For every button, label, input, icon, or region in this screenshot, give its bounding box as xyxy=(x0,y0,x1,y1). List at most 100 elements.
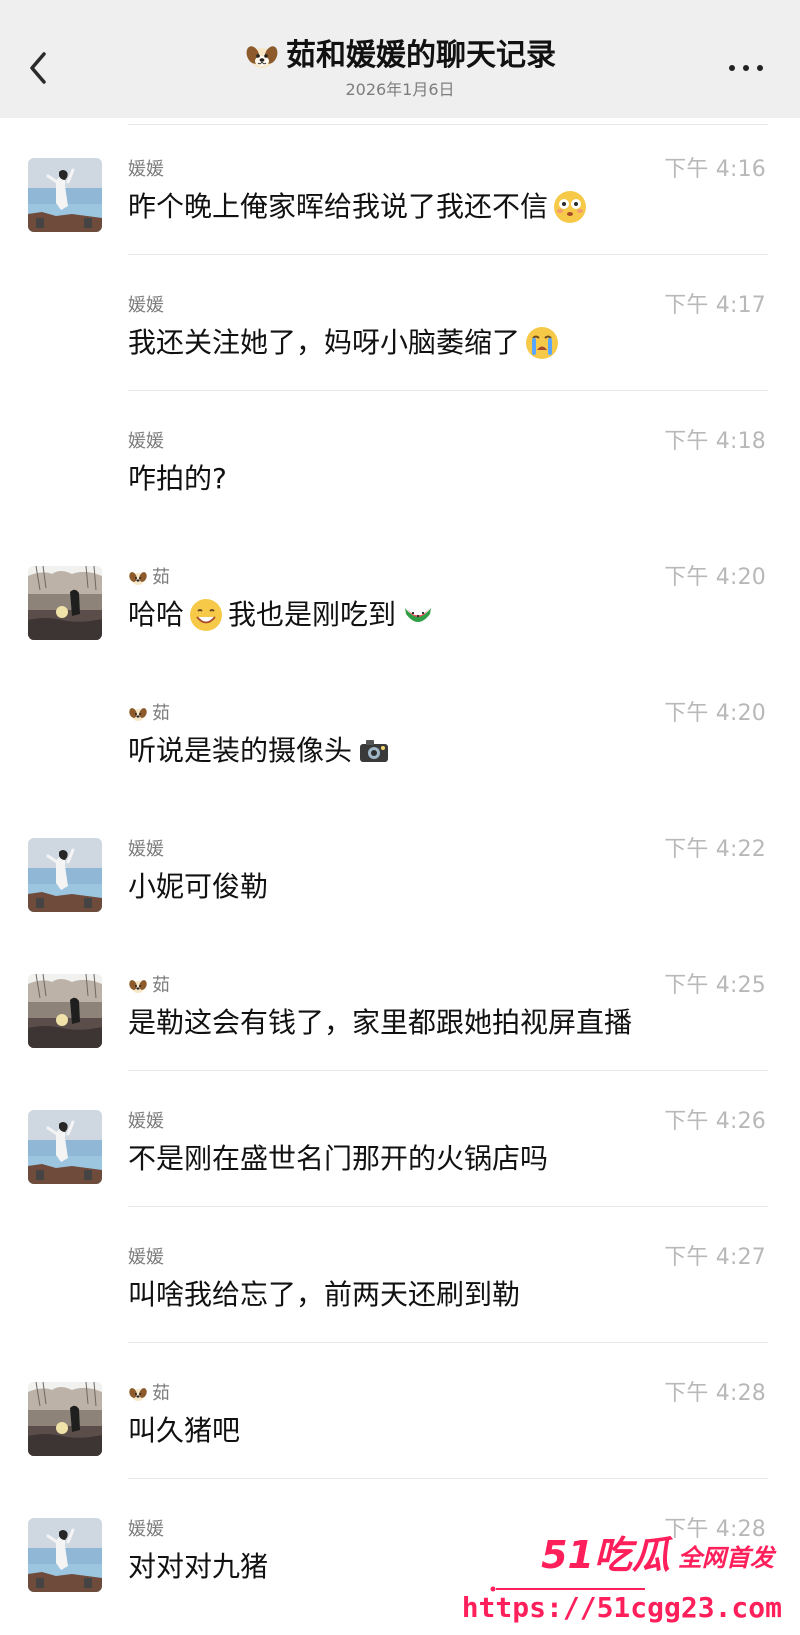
girl-avatar-image xyxy=(28,158,102,232)
message-body: 是勒这会有钱了，家里都跟她拍视屏直播 xyxy=(128,1006,633,1039)
message-body: 对对对九猪 xyxy=(128,1550,269,1583)
message-sender: 茹 xyxy=(128,974,170,998)
message-divider xyxy=(128,254,768,255)
message-divider xyxy=(128,1070,768,1071)
message-time: 下午 4:17 xyxy=(664,293,766,318)
message-text: 咋拍的? xyxy=(128,460,660,498)
sunset-avatar-image xyxy=(28,1382,102,1456)
message-text: 昨个晚上俺家晖给我说了我还不信 xyxy=(128,188,660,226)
avatar[interactable] xyxy=(28,1110,102,1184)
message-item: 媛媛 下午 4:16 昨个晚上俺家晖给我说了我还不信 xyxy=(0,138,800,274)
message-item: 媛媛 下午 4:17 我还关注她了，妈呀小脑萎缩了 xyxy=(0,274,800,410)
message-time: 下午 4:25 xyxy=(664,973,766,998)
dog-face-icon xyxy=(129,708,147,721)
girl-avatar-image xyxy=(28,1518,102,1592)
message-item: 茹 下午 4:20 听说是装的摄像头 xyxy=(0,682,800,818)
crying-face-icon xyxy=(526,327,559,359)
message-sender: 媛媛 xyxy=(128,1110,164,1134)
message-sender: 茹 xyxy=(128,566,170,590)
message-time: 下午 4:28 xyxy=(664,1381,766,1406)
camera-icon xyxy=(360,740,389,762)
sender-name: 媛媛 xyxy=(128,295,164,316)
message-sender: 茹 xyxy=(128,702,170,726)
watermark-top-line: 51吃瓜 全网首发 xyxy=(541,1535,774,1575)
message-text: 小妮可俊勒 xyxy=(128,868,660,906)
message-body: 小妮可俊勒 xyxy=(128,870,269,903)
more-horizontal-icon xyxy=(729,65,763,71)
message-body: 叫啥我给忘了，前两天还刷到勒 xyxy=(128,1278,521,1311)
message-text: 不是刚在盛世名门那开的火锅店吗 xyxy=(128,1140,660,1178)
site-watermark: 51吃瓜 全网首发 https://51cgg23.com xyxy=(462,1535,782,1625)
message-divider xyxy=(128,1206,768,1207)
sender-name: 媛媛 xyxy=(128,1247,164,1268)
dog-face-icon xyxy=(129,572,147,585)
watermark-url: https://51cgg23.com xyxy=(461,1591,782,1624)
avatar[interactable] xyxy=(28,1518,102,1592)
message-time: 下午 4:22 xyxy=(664,837,766,862)
message-body-part-2: 我也是刚吃到 xyxy=(228,598,397,631)
avatar[interactable] xyxy=(28,566,102,640)
message-body-part-1: 哈哈 xyxy=(128,598,185,631)
message-item: 媛媛 下午 4:18 咋拍的? xyxy=(0,410,800,546)
avatar[interactable] xyxy=(28,838,102,912)
sunset-avatar-image xyxy=(28,974,102,1048)
sender-name: 茹 xyxy=(152,1383,170,1404)
message-body: 叫久猪吧 xyxy=(128,1414,241,1447)
message-text: 叫久猪吧 xyxy=(128,1412,660,1450)
message-body: 昨个晚上俺家晖给我说了我还不信 xyxy=(128,190,549,223)
message-text: 叫啥我给忘了，前两天还刷到勒 xyxy=(128,1276,660,1314)
message-sender: 媛媛 xyxy=(128,158,164,182)
avatar[interactable] xyxy=(28,158,102,232)
watermelon-icon xyxy=(405,608,432,622)
message-item: 媛媛 下午 4:27 叫啥我给忘了，前两天还刷到勒 xyxy=(0,1226,800,1362)
message-divider xyxy=(128,1342,768,1343)
message-body: 听说是装的摄像头 xyxy=(128,734,353,767)
message-list: 媛媛 下午 4:16 昨个晚上俺家晖给我说了我还不信 媛媛 下午 4:17 我还… xyxy=(0,138,800,1634)
sender-name: 媛媛 xyxy=(128,431,164,452)
message-sender: 媛媛 xyxy=(128,838,164,862)
message-sender: 茹 xyxy=(128,1382,170,1406)
dog-face-icon xyxy=(129,1388,147,1401)
girl-avatar-image xyxy=(28,838,102,912)
message-sender: 媛媛 xyxy=(128,1246,164,1270)
message-time: 下午 4:16 xyxy=(664,157,766,182)
girl-avatar-image xyxy=(28,1110,102,1184)
message-item: 茹 下午 4:25 是勒这会有钱了，家里都跟她拍视屏直播 xyxy=(0,954,800,1090)
message-time: 下午 4:27 xyxy=(664,1245,766,1270)
avatar[interactable] xyxy=(28,1382,102,1456)
message-item: 茹 下午 4:20 哈哈 我也是刚吃到 xyxy=(0,546,800,682)
message-time: 下午 4:20 xyxy=(664,565,766,590)
header-title-block: 茹和媛媛的聊天记录 2026年1月6日 xyxy=(0,38,800,100)
chat-history-header: 茹和媛媛的聊天记录 2026年1月6日 xyxy=(0,0,800,118)
sunset-avatar-image xyxy=(28,566,102,640)
watermark-brand: 51吃瓜 xyxy=(541,1533,670,1577)
message-time: 下午 4:20 xyxy=(664,701,766,726)
sender-name: 媛媛 xyxy=(128,839,164,860)
more-button[interactable] xyxy=(726,58,766,78)
message-text: 哈哈 我也是刚吃到 xyxy=(128,596,660,634)
page-title: 茹和媛媛的聊天记录 xyxy=(244,38,556,74)
message-body: 我还关注她了，妈呀小脑萎缩了 xyxy=(128,326,521,359)
sender-name: 媛媛 xyxy=(128,1519,164,1540)
message-sender: 媛媛 xyxy=(128,294,164,318)
message-text: 听说是装的摄像头 xyxy=(128,732,660,770)
message-text: 是勒这会有钱了，家里都跟她拍视屏直播 xyxy=(128,1004,660,1042)
message-item: 媛媛 下午 4:26 不是刚在盛世名门那开的火锅店吗 xyxy=(0,1090,800,1226)
dog-face-icon xyxy=(129,980,147,993)
avatar[interactable] xyxy=(28,974,102,1048)
chat-title-text: 茹和媛媛的聊天记录 xyxy=(286,38,556,73)
top-divider xyxy=(128,124,768,125)
sender-name: 茹 xyxy=(152,975,170,996)
message-time: 下午 4:26 xyxy=(664,1109,766,1134)
message-item: 茹 下午 4:28 叫久猪吧 xyxy=(0,1362,800,1498)
flushed-face-icon xyxy=(554,191,587,223)
message-item: 媛媛 下午 4:22 小妮可俊勒 xyxy=(0,818,800,954)
dog-face-icon xyxy=(246,46,278,68)
grinning-face-icon xyxy=(190,599,223,631)
message-time: 下午 4:18 xyxy=(664,429,766,454)
message-body: 咋拍的? xyxy=(128,462,227,495)
sender-name: 媛媛 xyxy=(128,159,164,180)
message-text: 我还关注她了，妈呀小脑萎缩了 xyxy=(128,324,660,362)
sender-name: 媛媛 xyxy=(128,1111,164,1132)
watermark-tagline: 全网首发 xyxy=(678,1544,774,1572)
